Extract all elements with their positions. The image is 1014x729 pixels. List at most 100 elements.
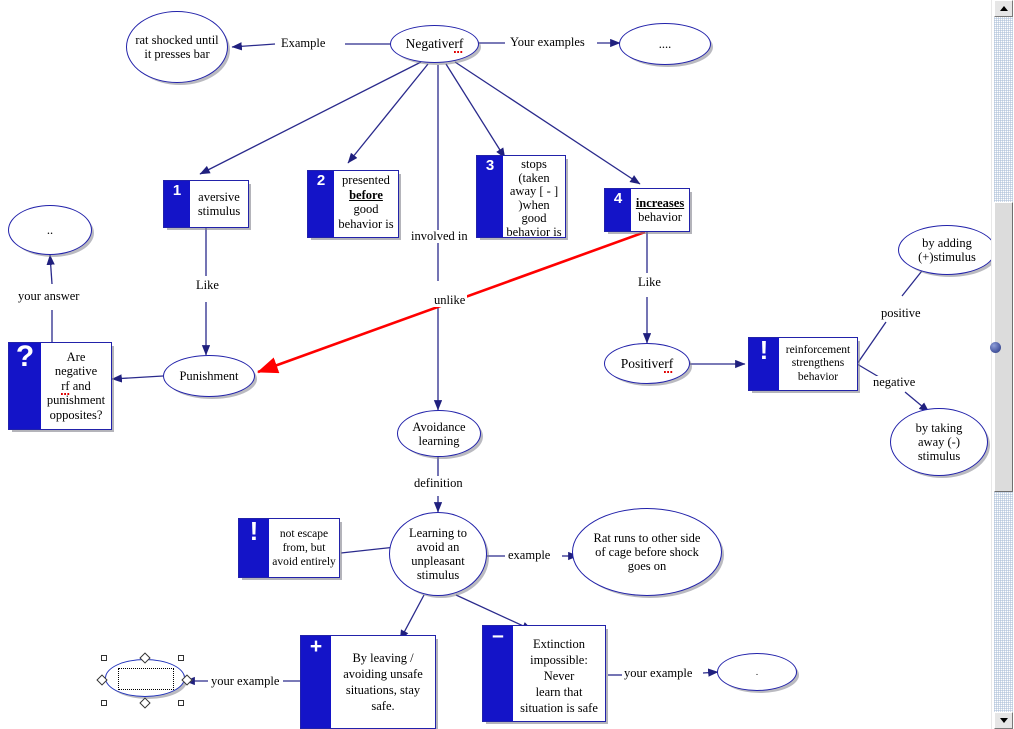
spellcheck-flagged-rf-2: rf [61,378,70,395]
node-your-examples-blank[interactable]: .... [619,23,711,65]
edge-label-like-right: Like [636,275,663,289]
node-your-example-blank-label: . [755,667,759,677]
diagram-canvas[interactable]: rat shocked until it presses bar Negativ… [0,0,992,729]
node-positive-rf-label: Positive [620,355,665,371]
box-3-line-1: stops [521,157,547,171]
learning-to-avoid-line-2: avoid an [416,540,460,554]
by-adding-line-2: (+)stimulus [918,250,976,264]
spellcheck-flagged-rf: rf [454,36,464,53]
spellcheck-flagged-rf-3: rf [664,355,674,373]
avoidance-learning-line-2: learning [418,433,460,448]
node-your-example-blank[interactable]: . [717,653,797,691]
node-box-2[interactable]: 2 presented before good behavior is ... [307,170,399,238]
node-box-1[interactable]: 1 aversive stimulus [163,180,249,228]
by-taking-away-line-3: stimulus [917,449,961,463]
box-3-line-5: behavior is [506,224,562,238]
question-box-line-4: opposites? [49,407,103,422]
rat-runs-line-2: of cage before shock [595,545,699,559]
node-negative-rf-label: Negative [405,36,455,51]
edge-label-your-answer: your answer [16,289,82,303]
scrollbar-thumb[interactable] [990,202,1013,492]
node-by-taking-away[interactable]: by taking away (-) stimulus [890,408,988,476]
extinction-box-line-4: situation is safe [520,701,598,715]
node-punishment[interactable]: Punishment [163,355,255,397]
box-3-line-3: away [ - ] [509,184,559,199]
edge-label-negative: negative [871,375,918,389]
rat-runs-line-1: Rat runs to other side [593,531,701,545]
edge-label-positive: positive [879,306,923,320]
node-extinction-box[interactable]: – Extinction impossible: Never learn tha… [482,625,606,722]
not-escape-box-line-2: from, but [282,542,326,554]
box-1-line-1: aversive [198,189,240,204]
node-by-adding[interactable]: by adding (+)stimulus [898,225,992,275]
exclamation-icon: ! [749,338,779,390]
node-box-3[interactable]: 3 stops (taken away [ - ] )when good beh… [476,155,566,238]
edge-label-unlike: unlike [432,293,468,307]
reinforcement-box-line-1: reinforcement [785,343,851,356]
reinforcement-box-line-3: behavior [797,370,839,383]
node-rat-runs[interactable]: Rat runs to other side of cage before sh… [572,508,722,596]
box-2-line-1: presented [342,173,390,187]
node-rat-shocked-label: rat shocked until it presses bar [135,33,219,61]
extinction-box-line-3: learn that [535,685,583,699]
box-1-number-bar: 1 [164,181,190,227]
question-box-line-1: Are negative [54,349,98,379]
caret-up-icon [999,6,1008,11]
by-leaving-box-line-2: avoiding unsafe [343,667,423,681]
box-1-line-2: stimulus [197,204,241,218]
question-box-line-3: punishment [46,393,106,408]
edge-label-example-mid: example [506,548,553,562]
resize-handle-bottom-right[interactable] [178,700,184,706]
node-punishment-label: Punishment [179,369,239,383]
edge-label-like-left: Like [194,278,221,292]
node-your-answer-blank[interactable]: .. [8,205,92,255]
box-4-number-bar: 4 [605,189,631,231]
vertical-scrollbar[interactable] [990,0,1014,729]
edge-label-definition: definition [412,476,465,490]
edge-label-your-example-right: your example [622,666,695,680]
node-your-answer-blank-label: .. [46,223,54,237]
box-3-number-bar: 3 [477,156,503,237]
by-taking-away-line-2: away (-) [918,435,960,449]
node-positive-rf[interactable]: Positiverf [604,343,690,384]
learning-to-avoid-line-3: unpleasant [411,554,465,568]
node-rat-shocked[interactable]: rat shocked until it presses bar [126,11,228,83]
question-mark-icon: ? [9,343,41,429]
box-4-line-2: behavior [638,210,682,224]
box-2-number-bar: 2 [308,171,334,237]
reinforcement-box-line-2: strengthens [791,357,845,370]
scroll-down-button[interactable] [994,712,1013,729]
extinction-box-line-2: impossible: Never [530,653,588,683]
node-your-examples-blank-label: .... [658,37,672,51]
edge-label-example-top: Example [279,36,328,50]
resize-handle-top-right[interactable] [178,655,184,661]
link-handle-bottom[interactable] [139,697,151,709]
box-2-line-5: ... [361,231,371,238]
scroll-up-button[interactable] [994,0,1013,17]
node-question-box[interactable]: ? Are negative rf and punishment opposit… [8,342,112,430]
node-not-escape-box[interactable]: ! not escape from, but avoid entirely [238,518,340,578]
resize-handle-bottom-left[interactable] [101,700,107,706]
node-by-leaving-box[interactable]: + By leaving / avoiding unsafe situation… [300,635,436,729]
avoidance-learning-line-1: Avoidance [412,419,466,434]
extinction-box-line-1: Extinction [532,637,586,651]
learning-to-avoid-line-1: Learning to [409,526,467,540]
box-2-line-2: before [349,187,383,202]
by-leaving-box-line-3: situations, stay safe. [345,683,421,713]
node-box-4[interactable]: 4 increases behavior [604,188,690,232]
not-escape-box-line-3: avoid entirely [272,556,336,568]
node-avoidance-learning[interactable]: Avoidance learning [397,410,481,457]
by-taking-away-line-1: by taking [915,421,963,435]
node-reinforcement-box[interactable]: ! reinforcement strengthens behavior [748,337,858,391]
node-learning-to-avoid[interactable]: Learning to avoid an unpleasant stimulus [389,512,487,596]
node-negative-rf[interactable]: Negativerf [390,25,479,63]
resize-handle-top-left[interactable] [101,655,107,661]
box-4-line-1: increases [635,195,685,210]
node-selected-shape[interactable] [95,650,195,709]
by-leaving-box-line-1: By leaving / [352,651,414,665]
scrollbar-grip-icon [990,342,1001,353]
box-2-line-3: good [353,202,379,216]
edge-label-involved-in: involved in [409,229,470,243]
edge-label-your-example-left: your example [209,674,282,688]
rat-runs-line-3: goes on [627,559,667,573]
